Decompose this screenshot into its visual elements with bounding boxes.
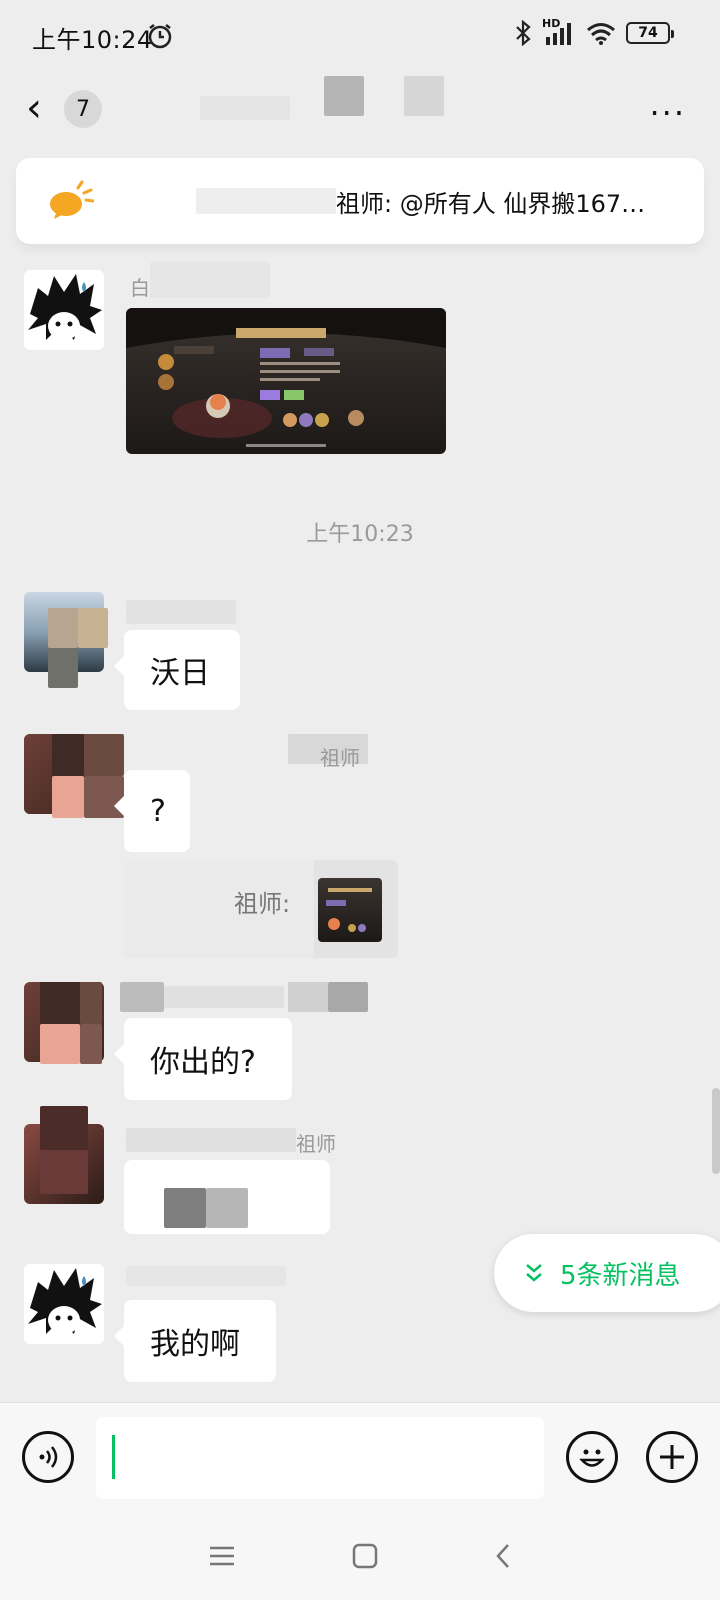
signal-icon: HD <box>542 17 576 45</box>
back-button[interactable]: ‹ <box>26 88 42 128</box>
sender-name: 祖师 <box>320 746 360 770</box>
text-cursor <box>112 1435 115 1479</box>
anime-avatar-icon <box>28 274 102 340</box>
voice-icon <box>39 1446 58 1468</box>
group-notice-banner[interactable]: 祖师: @所有人 仙界搬167… <box>16 158 704 244</box>
quote-text: 祖师: <box>234 890 291 918</box>
back-nav-icon[interactable] <box>494 1543 512 1569</box>
double-chevron-down-icon <box>526 1264 542 1282</box>
alarm-icon <box>148 24 172 49</box>
message-bubble-redacted[interactable] <box>124 1160 330 1234</box>
announcement-icon <box>50 180 94 219</box>
system-nav-bar <box>0 1512 720 1600</box>
game-scene-graphic <box>126 308 446 447</box>
voice-input-button[interactable] <box>22 1431 74 1483</box>
more-functions-button[interactable] <box>646 1431 698 1483</box>
unread-count-badge[interactable]: 7 <box>64 90 102 128</box>
message-bubble[interactable]: 沃日 <box>114 630 240 710</box>
game-screenshot-image[interactable] <box>126 308 446 454</box>
status-time: 上午10:24 <box>32 26 153 54</box>
avatar[interactable] <box>24 270 104 350</box>
more-options-button[interactable]: ··· <box>649 94 686 132</box>
emoji-icon <box>579 1449 605 1467</box>
status-icons: HD 74 <box>514 17 674 46</box>
message-bubble[interactable]: 你出的? <box>114 1018 292 1100</box>
battery-indicator: 74 <box>626 22 674 44</box>
avatar[interactable] <box>24 1264 104 1344</box>
message-bubble[interactable]: ? <box>114 770 190 852</box>
bluetooth-icon <box>516 20 531 46</box>
anime-avatar-icon <box>28 1268 102 1334</box>
chat-title-blurred <box>200 76 450 126</box>
menu-icon[interactable] <box>208 1544 236 1568</box>
sender-name: 祖师 <box>296 1132 336 1156</box>
message-bubble[interactable]: 我的啊 <box>114 1300 276 1382</box>
quote-thumbnail <box>318 878 382 942</box>
message-timestamp: 上午10:23 <box>306 522 414 547</box>
home-icon[interactable] <box>352 1543 378 1569</box>
new-messages-button[interactable]: 5条新消息 <box>494 1234 720 1312</box>
emoji-button[interactable] <box>566 1431 618 1483</box>
wifi-icon <box>587 23 615 45</box>
notice-text: 祖师: @所有人 仙界搬167… <box>336 190 646 218</box>
plus-icon <box>660 1445 684 1469</box>
message-input[interactable] <box>96 1417 544 1499</box>
quoted-message[interactable]: 祖师: <box>124 860 398 958</box>
scrollbar[interactable] <box>712 1088 720 1174</box>
new-messages-label: 5条新消息 <box>560 1260 681 1291</box>
sender-name: 白 <box>130 276 150 300</box>
